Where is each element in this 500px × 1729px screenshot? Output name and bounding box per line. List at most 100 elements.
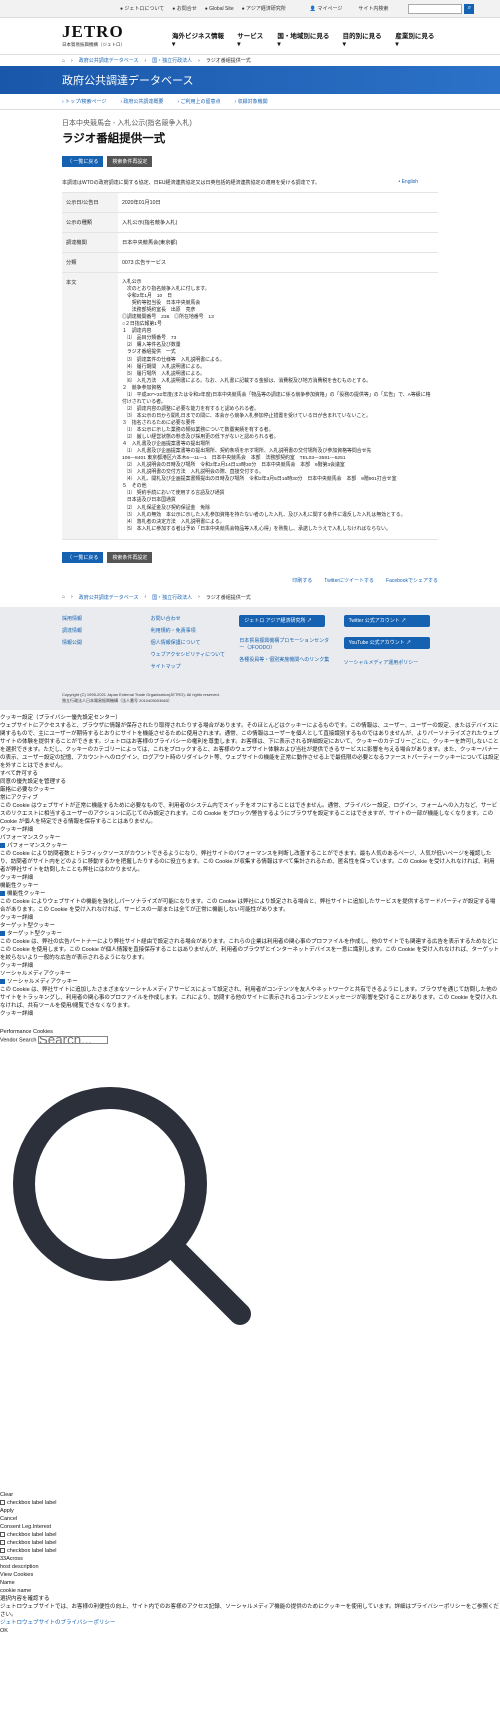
filter-checkbox[interactable]: checkbox label label <box>0 1499 500 1507</box>
back-to-list-button[interactable]: 〈 一覧に戻る <box>62 551 104 563</box>
gnav-item[interactable]: 産業別に見る ▾ <box>395 30 438 48</box>
back-to-list-button[interactable]: 〈 一覧に戻る <box>62 156 104 167</box>
breadcrumb-link[interactable]: 政府公共調達データベース <box>79 594 139 601</box>
strict-text: この Cookie はウェブサイトが正常に機能するために必要なもので、利用者のシ… <box>0 802 498 825</box>
confirm-button[interactable]: 選択内容を確認する <box>0 1595 500 1603</box>
table-row: 調達機関 日本中央競馬会(東京都) <box>62 232 438 253</box>
performance-text: この Cookie により訪問者数とトラフィックソースがカウントできるようになり… <box>0 850 495 873</box>
filter-checkbox[interactable]: checkbox label label <box>0 1531 500 1539</box>
functional-heading: 機能性クッキー <box>0 882 39 889</box>
table-row: 公示の種類 入札公示(指名競争入札) <box>62 212 438 233</box>
privacy-policy-link[interactable]: ジェトロウェブサイトのプライバシーポリシー <box>0 1619 500 1627</box>
gnav-item[interactable]: サービス ▾ <box>237 30 267 48</box>
footer-link[interactable]: 各種役員等・個別実施機関へのリンク集 <box>239 656 333 663</box>
cookie-details-link[interactable]: クッキー詳細 <box>0 962 500 970</box>
util-mypage[interactable]: 👤 マイページ <box>310 5 343 12</box>
filter-checkbox[interactable]: checkbox label label <box>0 1539 500 1547</box>
functional-toggle[interactable]: 機能性クッキー <box>0 890 500 898</box>
reset-search-button[interactable]: 検索条件再設定 <box>107 156 153 167</box>
allow-all-button[interactable]: すべて許可する <box>0 770 500 778</box>
util-about[interactable]: ● ジェトロについて <box>120 5 164 12</box>
org-label: 日本中央競馬会 - 入札公示(指名競争入札) <box>62 120 192 127</box>
search-input[interactable]: サイト内検索 ⌕ <box>358 3 475 14</box>
cookie-details-link[interactable]: クッキー詳細 <box>0 1010 500 1018</box>
performance-cookies-heading: Performance Cookies <box>0 1028 53 1035</box>
cookie-intro: ウェブサイトにアクセスすると、ブラウザに情報が保存されたり取得されたりする場合が… <box>0 722 500 769</box>
subnav-item[interactable]: › 政府公共調達概要 <box>120 98 163 105</box>
consent-header: Consent Leg.Interest <box>0 1524 52 1531</box>
breadcrumb-link[interactable]: 国・独立行政法人 <box>152 57 192 64</box>
social-toggle[interactable]: ソーシャルメディアクッキー <box>0 978 500 986</box>
footer-link[interactable]: 個人情報保護について <box>151 639 230 646</box>
performance-heading: パフォーマンスクッキー <box>0 834 61 841</box>
global-nav: 海外ビジネス情報 ▾ サービス ▾ 国・地域別に見る ▾ 目的別に見る ▾ 産業… <box>172 30 438 50</box>
name-label: Name <box>0 1580 15 1587</box>
apply-button[interactable]: Apply <box>0 1507 500 1515</box>
facebook-link[interactable]: Facebookでシェアする <box>386 577 438 584</box>
gnav-item[interactable]: 海外ビジネス情報 ▾ <box>172 30 227 48</box>
corporate-number: 独立行政法人日本貿易振興機構（法人番号 2010405003663） <box>62 697 173 703</box>
subnav-item[interactable]: › ご利用上の留意点 <box>177 98 220 105</box>
footer-link[interactable]: 利用規約・免責事項 <box>151 627 230 634</box>
twitter-link[interactable]: Twitterにツイートする <box>324 577 374 584</box>
section-banner: 政府公共調達データベース <box>0 66 500 94</box>
cookie-details-link[interactable]: クッキー詳細 <box>0 914 500 922</box>
table-row: 分類 0073 広告サービス <box>62 252 438 273</box>
util-ide[interactable]: ● アジア経済研究所 <box>242 5 286 12</box>
util-global[interactable]: ● Global Site <box>205 6 234 12</box>
footer-link[interactable]: 情報公開 <box>62 639 141 646</box>
site-header: JETRO 日本貿易振興機構（ジェトロ） 海外ビジネス情報 ▾ サービス ▾ 国… <box>0 18 500 54</box>
print-link[interactable]: 印刷する <box>292 577 312 584</box>
cookie-name: cookie name <box>0 1588 32 1595</box>
footer-link[interactable]: ソーシャルメディア運用ポリシー <box>344 659 438 666</box>
performance-toggle[interactable]: パフォーマンスクッキー <box>0 842 500 850</box>
reset-search-button[interactable]: 検索条件再設定 <box>107 551 153 563</box>
strict-heading: 厳格に必要なクッキー <box>0 786 56 793</box>
util-contact[interactable]: ● お問合せ <box>172 5 196 12</box>
cookie-details-link[interactable]: クッキー詳細 <box>0 826 500 834</box>
vendor-name: 33Across <box>0 1556 23 1563</box>
home-icon[interactable]: ⌂ <box>62 58 65 64</box>
view-cookies-link[interactable]: View Cookies <box>0 1571 500 1579</box>
targeting-toggle[interactable]: ターゲット型クッキー <box>0 930 500 938</box>
ide-button[interactable]: ジェトロ アジア経済研究所 ↗ <box>239 614 326 627</box>
ok-button[interactable]: OK <box>0 1627 500 1635</box>
footer-link[interactable]: お問い合わせ <box>151 615 230 622</box>
home-icon[interactable]: ⌂ <box>62 594 65 601</box>
search-icon[interactable]: ⌕ <box>464 3 475 14</box>
breadcrumb-current: ラジオ番組提供一式 <box>205 58 251 64</box>
detail-table: 公示日/公告日 2020年01月10日 公示の種類 入札公示(指名競争入札) 調達機… <box>62 192 438 540</box>
search-icon[interactable] <box>0 1074 500 1337</box>
footer-link[interactable]: サイトマップ <box>151 663 230 670</box>
breadcrumb-bottom: ⌂ › 政府公共調達データベース › 国・独立行政法人 › ラジオ番組提供一式 <box>62 593 251 601</box>
always-active-label: 常にアクティブ <box>0 794 38 801</box>
footer-link[interactable]: 日本貿易振興機構プロモーションセンター（JFOODO） <box>239 637 333 651</box>
cookie-details-link[interactable]: クッキー詳細 <box>0 874 500 882</box>
gnav-item[interactable]: 国・地域別に見る ▾ <box>277 30 332 48</box>
breadcrumb-link[interactable]: 国・独立行政法人 <box>152 594 192 601</box>
breadcrumb-current: ラジオ番組提供一式 <box>205 594 251 601</box>
filter-checkbox[interactable]: checkbox label label <box>0 1547 500 1555</box>
gnav-item[interactable]: 目的別に見る ▾ <box>343 30 386 48</box>
breadcrumb: ⌂ › 政府公共調達データベース › 国・独立行政法人 › ラジオ番組提供一式 <box>0 54 500 66</box>
main-content: 日本中央競馬会 - 入札公示(指名競争入札) ラジオ番組提供一式 〈 一覧に戻る… <box>0 110 500 563</box>
youtube-button[interactable]: YouTube 公式アカウント ↗ <box>343 636 430 649</box>
utility-bar: ● ジェトロについて ● お問合せ ● Global Site ● アジア経済研… <box>0 0 500 18</box>
footer-link[interactable]: 調達情報 <box>62 627 141 634</box>
cancel-button[interactable]: Cancel <box>0 1515 500 1523</box>
breadcrumb-link[interactable]: 政府公共調達データベース <box>79 57 139 64</box>
manage-heading: 同意の優先設定を管理する <box>0 778 67 785</box>
footer: 採用情報 調達情報 情報公開 お問い合わせ 利用規約・免責事項 個人情報保護につ… <box>0 606 500 710</box>
site-logo[interactable]: JETRO <box>62 22 124 42</box>
vendor-search: Vendor Search <box>0 1035 500 1044</box>
clear-button[interactable]: Clear <box>0 1491 500 1499</box>
subnav-item[interactable]: › 収録対象機関 <box>235 98 268 105</box>
subnav-item[interactable]: › トップ/検索ページ <box>62 98 106 105</box>
twitter-button[interactable]: Twitter 公式アカウント ↗ <box>343 614 430 627</box>
cookie-preference-center: クッキー設定（プライバシー優先設定センター） ウェブサイトにアクセスすると、ブラ… <box>0 710 500 1635</box>
footer-link[interactable]: 採用情報 <box>62 615 141 622</box>
footer-link[interactable]: ウェブアクセシビリティについて <box>151 651 230 658</box>
english-link[interactable]: • English <box>398 179 418 186</box>
vendor-search-input[interactable] <box>37 1035 108 1044</box>
page-title: ラジオ番組提供一式 <box>62 133 166 145</box>
